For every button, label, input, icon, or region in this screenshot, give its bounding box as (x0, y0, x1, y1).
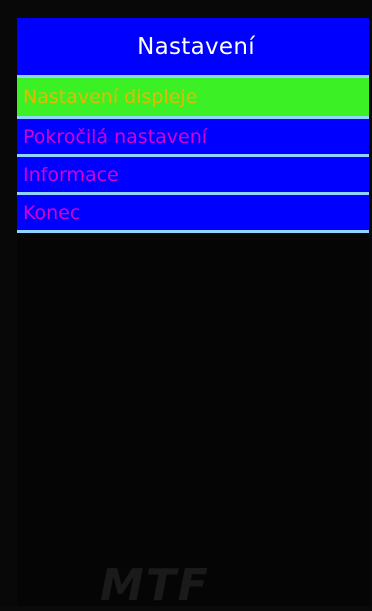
device-frame: Nastavení Nastavení displeje Pokročilá n… (0, 0, 372, 611)
menu-header: Nastavení (17, 18, 369, 78)
menu-item-label: Konec (23, 201, 81, 224)
menu-item-label: Informace (23, 163, 119, 186)
menu-item-label: Nastavení displeje (23, 86, 198, 108)
settings-menu: Nastavení displeje Pokročilá nastavení I… (17, 78, 369, 233)
display-screen: Nastavení Nastavení displeje Pokročilá n… (17, 18, 369, 606)
menu-item-advanced-settings[interactable]: Pokročilá nastavení (17, 119, 369, 157)
page-title: Nastavení (137, 33, 255, 60)
brand-logo: MTF (100, 560, 210, 611)
menu-item-information[interactable]: Informace (17, 157, 369, 195)
menu-item-display-settings[interactable]: Nastavení displeje (17, 78, 369, 119)
menu-item-label: Pokročilá nastavení (23, 125, 208, 148)
menu-item-exit[interactable]: Konec (17, 195, 369, 233)
